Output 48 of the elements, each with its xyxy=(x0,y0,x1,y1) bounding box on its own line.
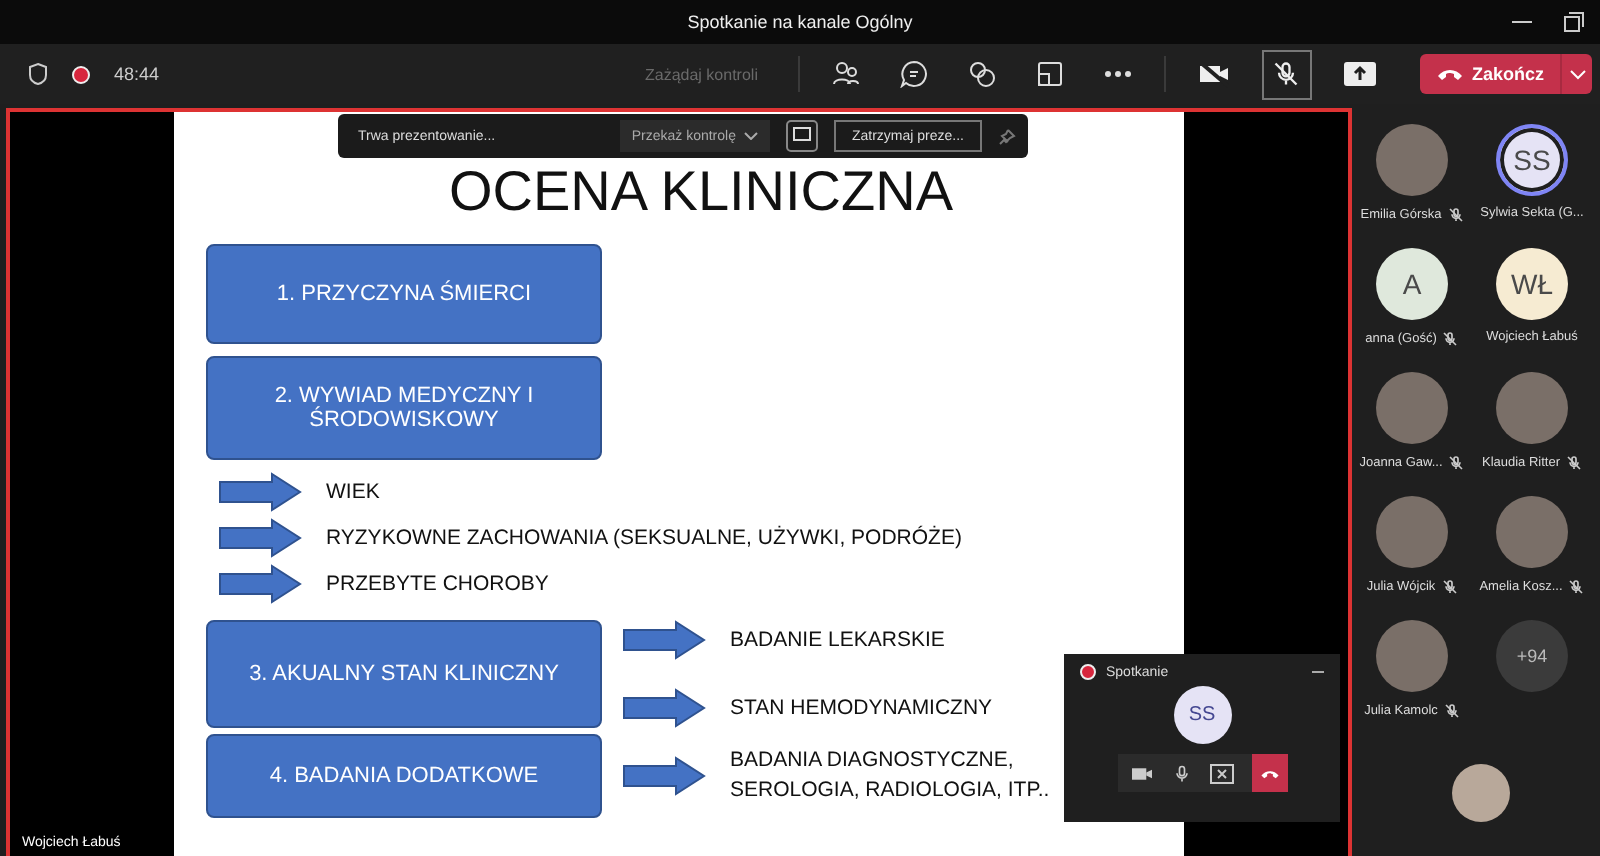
microphone-button[interactable] xyxy=(1261,49,1312,99)
section-box: 1. PRZYCZYNA ŚMIERCI xyxy=(206,244,602,344)
bullet-text: PRZEBYTE CHOROBY xyxy=(326,569,549,599)
people-icon[interactable] xyxy=(831,60,860,88)
chat-icon[interactable] xyxy=(899,60,928,88)
avatar-initials: WŁ xyxy=(1496,248,1568,320)
meeting-timer: 48:44 xyxy=(114,64,160,84)
bullet-text: RYZYKOWNE ZACHOWANIA (SEKSUALNE, UŻYWKI, PODRÓŻE) xyxy=(326,523,962,553)
bullet-text: STAN HEMODYNAMICZNY xyxy=(730,693,993,723)
camera-off-icon[interactable] xyxy=(1129,763,1153,783)
end-options-dropdown[interactable] xyxy=(1560,54,1592,94)
avatar-initials: SS xyxy=(1173,686,1231,744)
recording-icon xyxy=(1080,664,1096,680)
bullet-text: BADANIE LEKARSKIE xyxy=(730,625,945,655)
camera-off-icon[interactable] xyxy=(1197,60,1230,88)
section-box: 2. WYWIAD MEDYCZNY I ŚRODOWISKOWY xyxy=(206,356,602,460)
avatar-initials: A xyxy=(1376,248,1448,320)
arrow-icon xyxy=(622,688,706,728)
minimize-icon[interactable] xyxy=(1312,670,1324,674)
window-title: Spotkanie na kanale Ogólny xyxy=(687,12,913,32)
pin-icon[interactable] xyxy=(998,127,1016,145)
reactions-icon[interactable] xyxy=(967,60,996,88)
screen-icon[interactable] xyxy=(785,120,818,152)
arrow-icon xyxy=(218,518,302,558)
more-icon[interactable] xyxy=(1103,70,1132,78)
arrow-icon xyxy=(622,756,706,796)
hang-up-button[interactable] xyxy=(1251,754,1287,792)
mic-muted-icon xyxy=(1272,60,1301,88)
chevron-down-icon xyxy=(743,132,758,140)
chevron-down-icon xyxy=(1569,69,1585,79)
arrow-icon xyxy=(218,472,302,512)
arrow-icon xyxy=(622,620,706,660)
slide-title: OCENA KLINICZNA xyxy=(446,160,956,224)
microphone-icon[interactable] xyxy=(1171,763,1191,783)
more-participants-count[interactable]: +94 xyxy=(1496,620,1568,692)
phone-icon xyxy=(1435,66,1464,82)
maximize-icon[interactable] xyxy=(1564,12,1584,32)
arrow-icon xyxy=(218,564,302,604)
avatar-initials: SS xyxy=(1496,124,1568,196)
bullet-text: BADANIA DIAGNOSTYCZNE, SEROLOGIA, RADIOLOGIA, ITP.. xyxy=(730,746,1052,806)
section-box: 3. AKUALNY STAN KLINICZNY xyxy=(206,620,602,728)
self-video-photo-placeholder xyxy=(1452,764,1510,822)
shield-icon[interactable] xyxy=(28,62,48,86)
section-box: 4. BADANIA DODATKOWE xyxy=(206,734,602,818)
end-call-button[interactable]: Zakończ xyxy=(1419,54,1560,94)
phone-icon xyxy=(1259,767,1279,779)
bullet-text: WIEK xyxy=(326,477,380,507)
rooms-icon[interactable] xyxy=(1035,60,1064,88)
